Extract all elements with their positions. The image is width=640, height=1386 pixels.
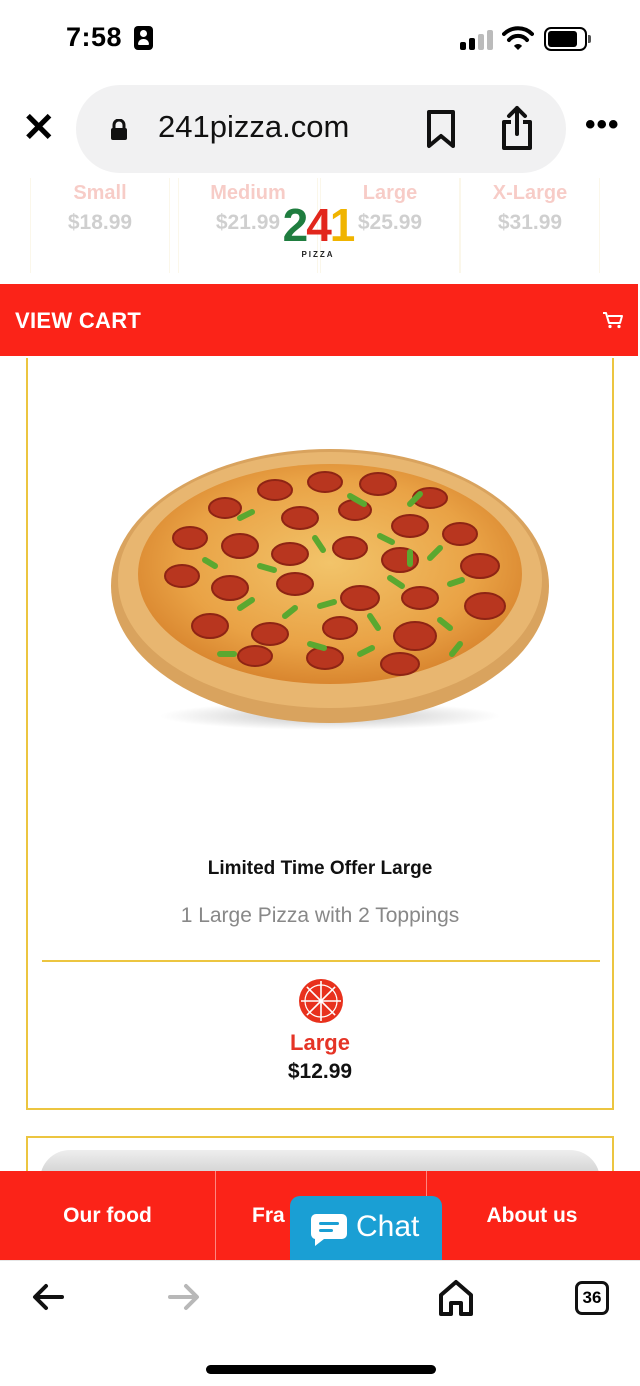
page: 7:58 ✕ 241pizza.com ••• Small $18.99 Med…: [0, 0, 640, 1386]
status-time: 7:58: [66, 22, 123, 52]
product-description: 1 Large Pizza with 2 Toppings: [180, 904, 460, 927]
share-icon[interactable]: [498, 105, 536, 151]
logo-digit: 2: [282, 199, 309, 251]
back-arrow-icon[interactable]: [32, 1283, 64, 1311]
home-indicator: [206, 1365, 436, 1374]
price-value: $18.99: [67, 211, 133, 234]
close-icon[interactable]: ✕: [22, 108, 56, 148]
home-icon[interactable]: [438, 1279, 474, 1317]
view-cart-label: VIEW CART: [15, 308, 142, 333]
view-cart-button[interactable]: VIEW CART: [0, 284, 638, 356]
address-bar[interactable]: 241pizza.com: [76, 85, 566, 173]
forward-arrow-icon[interactable]: [168, 1283, 200, 1311]
more-icon[interactable]: •••: [585, 110, 620, 140]
logo-subtitle: PIZZA: [301, 250, 335, 259]
price-column: Small $18.99: [30, 178, 170, 273]
price-value: $31.99: [497, 211, 563, 234]
pizza-slices-icon: [299, 979, 343, 1023]
contact-card-icon: [134, 26, 153, 50]
battery-icon: [544, 27, 591, 51]
tabs-button[interactable]: 36: [575, 1281, 609, 1315]
size-price: $12.99: [287, 1060, 353, 1083]
logo-digit: 1: [329, 199, 356, 251]
browser-toolbar: 36: [0, 1260, 640, 1386]
nav-about-us[interactable]: About us: [427, 1171, 637, 1260]
cart-icon: [603, 312, 623, 329]
site-logo[interactable]: 241 PIZZA: [268, 202, 368, 266]
pizza-image: [111, 449, 549, 730]
product-card[interactable]: Limited Time Offer Large 1 Large Pizza w…: [26, 358, 614, 1110]
lock-icon: [111, 119, 127, 140]
price-size: Small: [73, 182, 127, 204]
status-bar: 7:58: [0, 0, 640, 80]
chat-label: Chat: [356, 1210, 420, 1243]
size-label: Large: [290, 1030, 350, 1055]
price-column: X-Large $31.99: [460, 178, 600, 273]
nav-our-food[interactable]: Our food: [0, 1171, 215, 1260]
chat-button[interactable]: Chat: [290, 1196, 442, 1262]
card-divider: [42, 960, 600, 962]
bookmark-icon[interactable]: [424, 109, 458, 149]
product-title: Limited Time Offer Large: [207, 858, 433, 879]
logo-digit: 4: [306, 199, 332, 251]
chat-bubble-icon: [310, 1214, 347, 1246]
url-text: 241pizza.com: [158, 109, 350, 144]
price-size: X-Large: [492, 182, 568, 204]
wifi-icon: [502, 26, 534, 50]
cellular-signal-icon: [460, 28, 494, 50]
